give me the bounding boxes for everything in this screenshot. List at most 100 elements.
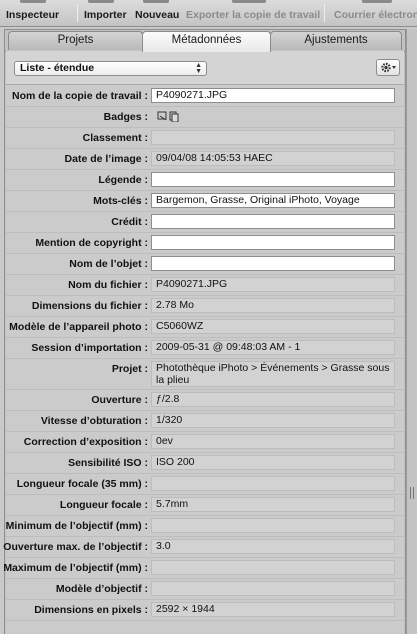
metadata-row: Classement : xyxy=(6,128,404,149)
toolbar: Inspecteur Importer Nouveau Exporter la … xyxy=(0,0,417,27)
editable-field[interactable]: P4090271.JPG xyxy=(151,88,395,103)
readonly-field: C5060WZ xyxy=(151,319,395,334)
field-label: Ouverture : xyxy=(91,394,148,406)
readonly-field xyxy=(151,518,395,533)
field-label: Crédit : xyxy=(111,216,148,228)
inspector-panel: Projets Métadonnées Ajustements Liste - … xyxy=(3,29,406,634)
readonly-field: 5.7mm xyxy=(151,497,395,512)
metadata-row: Modèle d’objectif : xyxy=(6,579,404,600)
metadata-row: Projet : Photothèque iPhoto > Événements … xyxy=(6,359,404,390)
gear-icon xyxy=(381,62,396,73)
metadata-row: Ouverture : ƒ/2.8 xyxy=(6,390,404,411)
metadata-row: Correction d’exposition :0ev xyxy=(6,432,404,453)
import-icon xyxy=(88,0,114,3)
metadata-row: Crédit : xyxy=(6,212,404,233)
field-label: Maximum de l’objectif (mm) : xyxy=(3,562,148,574)
export-icon xyxy=(232,0,266,3)
metadata-row: Mots-clés : Bargemon, Grasse, Original iP… xyxy=(6,191,404,212)
editable-field[interactable] xyxy=(151,235,395,250)
field-label: Longueur focale : xyxy=(59,499,148,511)
readonly-field: 09/04/08 14:05:53 HAEC xyxy=(151,151,395,166)
resize-grip-icon xyxy=(410,487,414,499)
readonly-field: ISO 200 xyxy=(151,455,395,470)
metadata-content: Liste - étendue ▲ ▼ Nom de la copie de tr… xyxy=(3,51,404,634)
readonly-field: 0ev xyxy=(151,434,395,449)
metadata-header: Liste - étendue ▲ ▼ xyxy=(6,51,404,85)
new-icon xyxy=(143,0,169,3)
metadata-row: Longueur focale :5.7mm xyxy=(6,495,404,516)
metadata-row: Dimensions du fichier :2.78 Mo xyxy=(6,296,404,317)
field-label: Classement : xyxy=(82,132,148,144)
mail-icon xyxy=(362,0,392,3)
field-label: Légende : xyxy=(98,174,148,186)
readonly-field xyxy=(151,581,395,596)
metadata-row: Longueur focale (35 mm) : xyxy=(6,474,404,495)
field-label: Session d’importation : xyxy=(31,342,148,354)
view-selector[interactable]: Liste - étendue ▲ ▼ xyxy=(14,61,207,76)
field-label: Mots-clés : xyxy=(93,195,148,207)
field-label: Modèle de l’appareil photo : xyxy=(9,321,148,333)
tab-adjustments[interactable]: Ajustements xyxy=(270,31,402,50)
readonly-field: 2009-05-31 @ 09:48:03 AM - 1 xyxy=(151,340,395,355)
metadata-row: Vitesse d’obturation :1/320 xyxy=(6,411,404,432)
readonly-field: 1/320 xyxy=(151,413,395,428)
field-label: Mention de copyright : xyxy=(35,237,148,249)
field-label: Dimensions en pixels : xyxy=(34,604,148,616)
toolbar-import-button[interactable]: Importer xyxy=(84,9,127,21)
tab-projects[interactable]: Projets xyxy=(8,31,143,50)
metadata-row: Session d’importation :2009-05-31 @ 09:4… xyxy=(6,338,404,359)
readonly-field: 2.78 Mo xyxy=(151,298,395,313)
toolbar-new-button[interactable]: Nouveau xyxy=(135,9,179,21)
field-label: Dimensions du fichier : xyxy=(31,300,148,312)
metadata-row: Modèle de l’appareil photo : C5060WZ xyxy=(6,317,404,338)
field-label: Nom de la copie de travail : xyxy=(12,90,148,102)
readonly-field: 2592 × 1944 xyxy=(151,602,395,617)
metadata-row: Maximum de l’objectif (mm) : xyxy=(3,558,404,579)
metadata-row: Mention de copyright : xyxy=(6,233,404,254)
metadata-row: Nom de l’objet : xyxy=(6,254,404,275)
metadata-row: Nom du fichier : P4090271.JPG xyxy=(6,275,404,296)
toolbar-inspector-button[interactable]: Inspecteur xyxy=(6,9,59,21)
field-label: Correction d’exposition : xyxy=(23,436,148,448)
updown-arrows-icon: ▲ ▼ xyxy=(195,62,202,75)
editable-field[interactable]: Bargemon, Grasse, Original iPhoto, Voyag… xyxy=(151,193,395,208)
field-label: Badges : xyxy=(103,111,148,123)
toolbar-mail-button[interactable]: Courrier électroni xyxy=(334,9,417,21)
editable-field[interactable] xyxy=(151,172,395,187)
readonly-field: 3.0 xyxy=(151,539,395,554)
toolbar-separator xyxy=(77,4,78,22)
readonly-field: Photothèque iPhoto > Événements > Grasse… xyxy=(151,361,395,387)
field-label: Ouverture max. de l’objectif : xyxy=(3,541,148,553)
readonly-field xyxy=(151,560,395,575)
readonly-field: ƒ/2.8 xyxy=(151,392,395,407)
tab-metadata[interactable]: Métadonnées xyxy=(142,31,271,52)
editable-field[interactable] xyxy=(151,256,395,271)
toolbar-separator xyxy=(324,4,325,22)
metadata-row: Badges : xyxy=(6,107,404,128)
field-label: Projet : xyxy=(111,363,148,375)
readonly-field xyxy=(151,130,395,145)
action-menu-button[interactable] xyxy=(376,59,400,76)
panel-resizer[interactable] xyxy=(406,29,417,634)
toolbar-export-button[interactable]: Exporter la copie de travail xyxy=(186,9,320,21)
view-selector-value: Liste - étendue xyxy=(20,62,95,74)
metadata-row: Sensibilité ISO : ISO 200 xyxy=(6,453,404,474)
field-label: Nom de l’objet : xyxy=(69,258,148,270)
metadata-row: Ouverture max. de l’objectif :3.0 xyxy=(3,537,404,558)
metadata-row: Nom de la copie de travail : P4090271.JPG xyxy=(6,86,404,107)
field-label: Date de l’image : xyxy=(64,153,148,165)
field-label: Longueur focale (35 mm) : xyxy=(16,478,148,490)
field-label: Sensibilité ISO : xyxy=(68,457,148,469)
metadata-row: Minimum de l’objectif (mm) : xyxy=(6,516,404,537)
metadata-row: Légende : xyxy=(6,170,404,191)
readonly-field xyxy=(151,476,395,491)
field-label: Nom du fichier : xyxy=(68,279,148,291)
field-label: Modèle d’objectif : xyxy=(55,583,148,595)
editable-field[interactable] xyxy=(151,214,395,229)
badges-icon xyxy=(157,111,181,125)
metadata-row: Date de l’image :09/04/08 14:05:53 HAEC xyxy=(6,149,404,170)
field-label: Minimum de l’objectif (mm) : xyxy=(5,520,148,532)
metadata-row: Dimensions en pixels :2592 × 1944 xyxy=(6,600,404,621)
field-label: Vitesse d’obturation : xyxy=(40,415,148,427)
readonly-field: P4090271.JPG xyxy=(151,277,395,292)
